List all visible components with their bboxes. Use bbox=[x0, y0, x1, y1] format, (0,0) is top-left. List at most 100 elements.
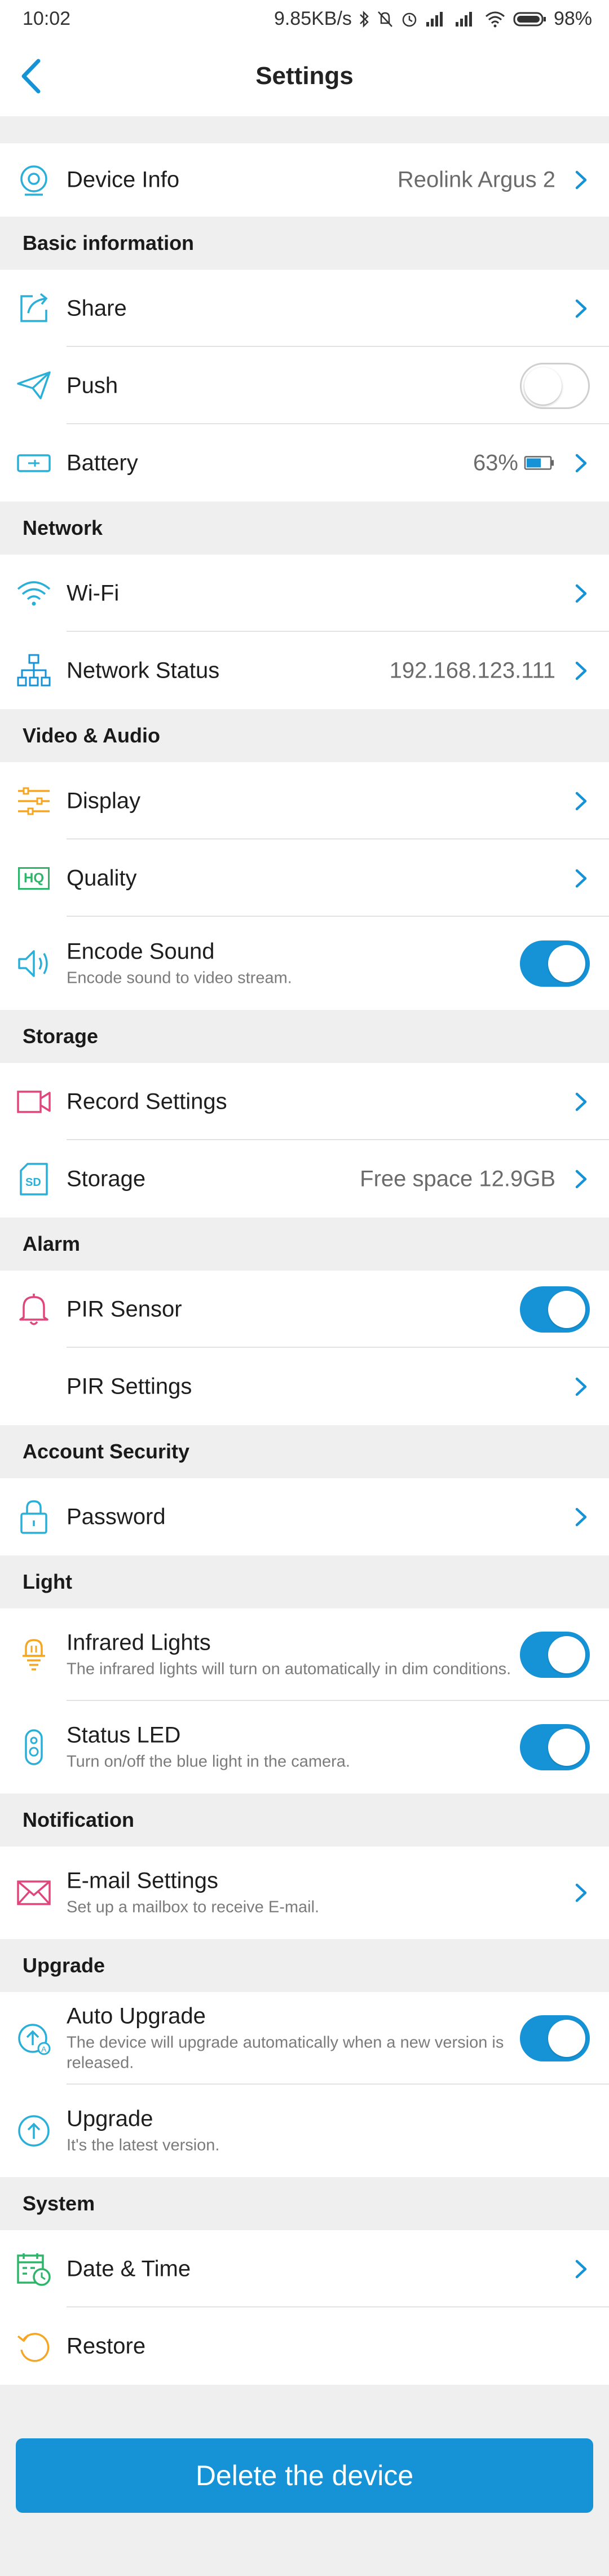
section-basic-information: Basic information bbox=[0, 217, 609, 270]
status-led-desc: Turn on/off the blue light in the camera… bbox=[67, 1752, 350, 1771]
section-storage: Storage bbox=[0, 1010, 609, 1063]
upgrade-label: Upgrade bbox=[67, 2106, 153, 2131]
auto-upgrade-desc: The device will upgrade automatically wh… bbox=[67, 2033, 504, 2072]
pir-sensor-toggle[interactable] bbox=[520, 1286, 590, 1333]
chevron-right-icon bbox=[575, 1092, 587, 1111]
signal-icon bbox=[426, 11, 443, 27]
infrared-lights-toggle[interactable] bbox=[520, 1632, 590, 1678]
chevron-right-icon bbox=[575, 299, 587, 318]
date-time-row[interactable]: Date & Time bbox=[0, 2230, 609, 2307]
status-led-label: Status LED bbox=[67, 1722, 181, 1748]
wifi-icon bbox=[16, 575, 52, 612]
hq-badge: HQ bbox=[18, 867, 50, 890]
delete-device-button[interactable]: Delete the device bbox=[16, 2438, 593, 2513]
toggle-knob bbox=[548, 1290, 585, 1328]
settings-list: Device Info Reolink Argus 2 Basic inform… bbox=[0, 143, 609, 2385]
quality-row[interactable]: HQ Quality bbox=[0, 839, 609, 917]
upgrade-desc: It's the latest version. bbox=[67, 2136, 220, 2155]
display-label: Display bbox=[67, 788, 141, 813]
infrared-lights-row: Infrared Lights The infrared lights will… bbox=[0, 1608, 609, 1701]
share-label: Share bbox=[67, 296, 127, 320]
status-bar: 10:02 9.85KB/s 98% bbox=[0, 0, 609, 39]
device-info-row[interactable]: Device Info Reolink Argus 2 bbox=[0, 143, 609, 217]
section-notification: Notification bbox=[0, 1793, 609, 1847]
status-time: 10:02 bbox=[23, 8, 71, 29]
hq-icon: HQ bbox=[16, 860, 52, 896]
push-row: Push bbox=[0, 347, 609, 424]
network-speed: 9.85KB/s bbox=[273, 8, 352, 29]
chevron-right-icon bbox=[575, 170, 587, 190]
share-icon bbox=[16, 291, 52, 327]
section-upgrade: Upgrade bbox=[0, 1939, 609, 1992]
auto-upgrade-toggle[interactable] bbox=[520, 2015, 590, 2061]
network-tree-icon bbox=[16, 653, 52, 689]
wifi-row[interactable]: Wi-Fi bbox=[0, 555, 609, 632]
battery-percent: 98% bbox=[553, 8, 592, 29]
network-status-row[interactable]: Network Status 192.168.123.111 bbox=[0, 632, 609, 709]
chevron-right-icon bbox=[575, 1883, 587, 1902]
auto-upgrade-icon: A bbox=[16, 2020, 52, 2056]
email-settings-row[interactable]: E-mail Settings Set up a mailbox to rece… bbox=[0, 1847, 609, 1939]
camera-icon bbox=[16, 162, 52, 198]
upgrade-row[interactable]: Upgrade It's the latest version. bbox=[0, 2085, 609, 2177]
pir-settings-row[interactable]: PIR Settings bbox=[0, 1348, 609, 1425]
chevron-right-icon bbox=[575, 792, 587, 810]
chevron-right-icon bbox=[575, 1507, 587, 1526]
chevron-right-icon bbox=[575, 454, 587, 472]
sliders-icon bbox=[16, 783, 52, 819]
status-icons: 9.85KB/s 98% bbox=[274, 8, 592, 30]
auto-upgrade-row: A Auto Upgrade The device will upgrade a… bbox=[0, 1992, 609, 2085]
device-info-value: Reolink Argus 2 bbox=[397, 167, 555, 192]
restore-row[interactable]: Restore bbox=[0, 2307, 609, 2385]
signal-hd-icon bbox=[455, 11, 472, 27]
section-alarm: Alarm bbox=[0, 1217, 609, 1271]
battery-label: Battery bbox=[67, 450, 138, 475]
calendar-clock-icon bbox=[16, 2251, 52, 2287]
battery-level-icon bbox=[524, 456, 554, 470]
toggle-knob bbox=[548, 1636, 585, 1673]
section-network: Network bbox=[0, 502, 609, 555]
chevron-right-icon bbox=[575, 1170, 587, 1188]
page-title: Settings bbox=[255, 62, 354, 90]
infrared-lights-desc: The infrared lights will turn on automat… bbox=[67, 1660, 511, 1678]
chevron-right-icon bbox=[575, 584, 587, 603]
storage-row[interactable]: SD Storage Free space 12.9GB bbox=[0, 1140, 609, 1217]
battery-status-icon bbox=[513, 12, 546, 26]
password-label: Password bbox=[67, 1504, 166, 1529]
auto-upgrade-label: Auto Upgrade bbox=[67, 2003, 206, 2029]
infrared-lights-label: Infrared Lights bbox=[67, 1630, 211, 1655]
toggle-knob bbox=[548, 944, 585, 982]
sd-card-icon: SD bbox=[16, 1161, 52, 1197]
mute-icon bbox=[378, 11, 392, 27]
display-row[interactable]: Display bbox=[0, 762, 609, 839]
video-camera-icon bbox=[16, 1084, 52, 1120]
top-spacer bbox=[0, 116, 609, 143]
password-row[interactable]: Password bbox=[0, 1478, 609, 1555]
toggle-knob bbox=[524, 367, 562, 405]
ip-address: 192.168.123.111 bbox=[389, 658, 555, 683]
toggle-knob bbox=[548, 1729, 585, 1766]
encode-sound-toggle[interactable] bbox=[520, 940, 590, 987]
battery-row[interactable]: Battery 63% bbox=[0, 424, 609, 502]
pir-sensor-row: PIR Sensor bbox=[0, 1271, 609, 1348]
chevron-right-icon bbox=[575, 1377, 587, 1396]
share-row[interactable]: Share bbox=[0, 270, 609, 347]
section-video-audio: Video & Audio bbox=[0, 709, 609, 762]
section-account-security: Account Security bbox=[0, 1425, 609, 1478]
free-space-value: Free space 12.9GB bbox=[360, 1166, 555, 1191]
restore-label: Restore bbox=[67, 2333, 146, 2358]
encode-sound-row: Encode Sound Encode sound to video strea… bbox=[0, 917, 609, 1010]
infrared-light-icon bbox=[16, 1637, 52, 1673]
section-light: Light bbox=[0, 1555, 609, 1608]
bluetooth-icon bbox=[360, 10, 369, 28]
battery-value: 63% bbox=[473, 450, 555, 476]
chevron-right-icon bbox=[575, 661, 587, 680]
battery-level-text: 63% bbox=[473, 450, 518, 475]
speaker-icon bbox=[16, 946, 52, 982]
record-settings-row[interactable]: Record Settings bbox=[0, 1063, 609, 1140]
push-toggle[interactable] bbox=[520, 362, 590, 409]
status-led-toggle[interactable] bbox=[520, 1724, 590, 1770]
bell-icon bbox=[16, 1291, 52, 1327]
nav-bar: Settings bbox=[0, 39, 609, 116]
alarm-icon bbox=[402, 12, 417, 27]
